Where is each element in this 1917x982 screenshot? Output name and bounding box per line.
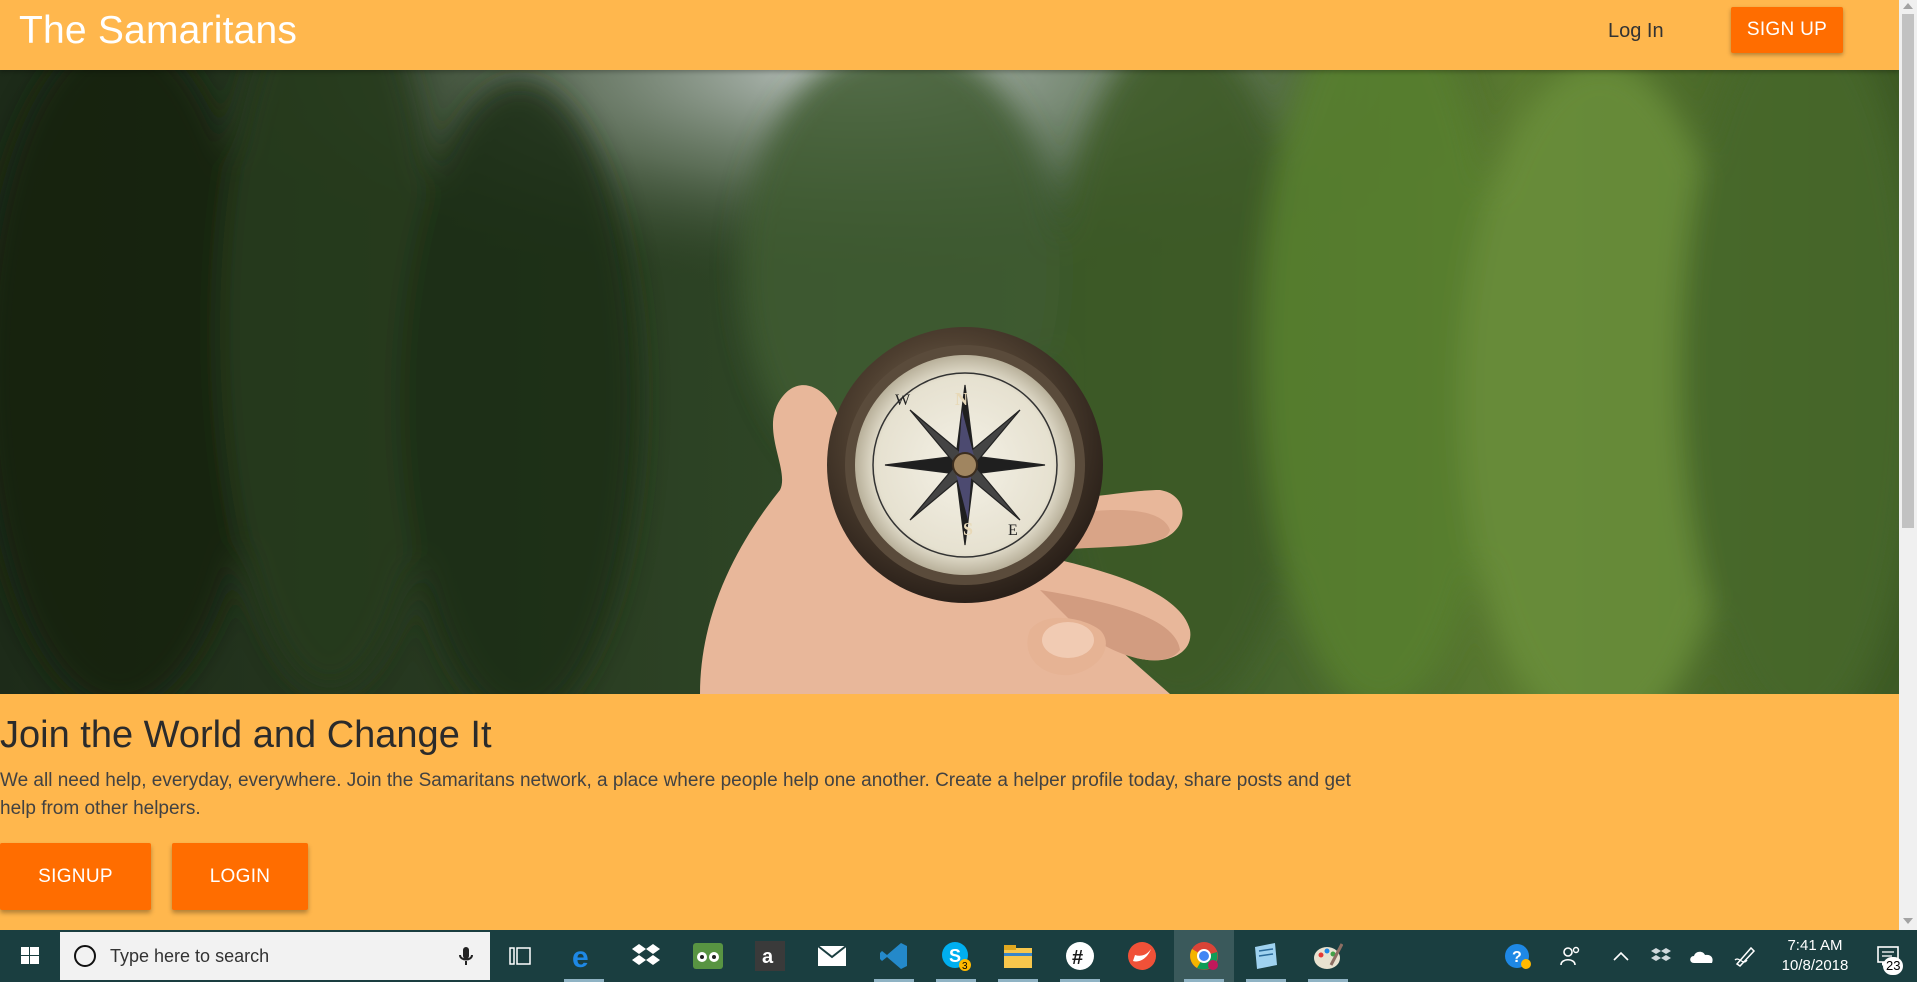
compass-letter-n: N — [955, 389, 968, 409]
task-view-icon[interactable] — [490, 930, 550, 982]
taskbar-search-box[interactable]: Type here to search — [60, 932, 490, 980]
clock-time: 7:41 AM — [1787, 937, 1843, 954]
search-placeholder: Type here to search — [110, 946, 270, 966]
signup-button[interactable]: SIGNUP — [0, 843, 151, 910]
scroll-thumb[interactable] — [1902, 14, 1914, 528]
swift-icon[interactable] — [1112, 930, 1172, 982]
compass-forest-photo: N S E W — [0, 70, 1899, 694]
top-navbar: The Samaritans Log In SIGN UP — [0, 0, 1899, 70]
chrome-icon[interactable] — [1174, 930, 1234, 982]
vscode-icon[interactable] — [864, 930, 924, 982]
compass-letter-w: W — [895, 392, 911, 409]
amazon-icon[interactable]: a — [740, 930, 800, 982]
compass-letter-e: E — [1008, 522, 1018, 539]
notepad-icon[interactable] — [1236, 930, 1296, 982]
mail-icon[interactable] — [802, 930, 862, 982]
scroll-down-arrow-icon[interactable] — [1903, 918, 1913, 924]
slack-icon[interactable]: # — [1050, 930, 1110, 982]
people-icon[interactable] — [1552, 930, 1588, 982]
svg-text:?: ? — [1512, 949, 1522, 966]
svg-text:a: a — [762, 946, 774, 968]
dropbox-tray-icon[interactable] — [1645, 930, 1677, 982]
vertical-scrollbar[interactable] — [1899, 0, 1917, 930]
windows-logo-icon — [21, 947, 39, 964]
browser-viewport: The Samaritans Log In SIGN UP N S E W Jo… — [0, 0, 1899, 930]
notification-count-badge: 23 — [1883, 957, 1904, 975]
clock-date: 10/8/2018 — [1781, 957, 1849, 974]
windows-taskbar: Type here to search e a S3 # ? 7:41 AM 1… — [0, 930, 1917, 982]
page-heading: Join the World and Change It — [0, 714, 492, 756]
chevron-up-icon[interactable] — [1605, 930, 1637, 982]
page-description: We all need help, everyday, everywhere. … — [0, 770, 1351, 819]
brand-title[interactable]: The Samaritans — [19, 9, 297, 53]
help-icon[interactable]: ? — [1500, 930, 1536, 982]
paint-icon[interactable] — [1298, 930, 1358, 982]
start-button[interactable] — [0, 930, 58, 982]
dropbox-icon[interactable] — [616, 930, 676, 982]
hero-image: N S E W — [0, 70, 1899, 694]
tripadvisor-icon[interactable] — [678, 930, 738, 982]
skype-badge: 3 — [962, 961, 968, 972]
cortana-icon — [74, 945, 96, 967]
pen-workspace-icon[interactable] — [1728, 930, 1762, 982]
microphone-icon[interactable] — [454, 944, 478, 968]
svg-text:S: S — [949, 946, 961, 966]
nav-login-link[interactable]: Log In — [1602, 18, 1670, 45]
edge-icon[interactable]: e — [554, 930, 614, 982]
file-explorer-icon[interactable] — [988, 930, 1048, 982]
system-clock[interactable]: 7:41 AM 10/8/2018 — [1770, 936, 1860, 976]
skype-icon[interactable]: S3 — [926, 930, 986, 982]
svg-text:#: # — [1072, 947, 1083, 969]
onedrive-icon[interactable] — [1685, 930, 1719, 982]
svg-text:e: e — [572, 941, 589, 971]
nav-signup-button[interactable]: SIGN UP — [1731, 7, 1843, 53]
scroll-up-arrow-icon[interactable] — [1903, 3, 1913, 9]
compass-letter-s: S — [963, 519, 973, 539]
login-button[interactable]: LOGIN — [172, 843, 308, 910]
